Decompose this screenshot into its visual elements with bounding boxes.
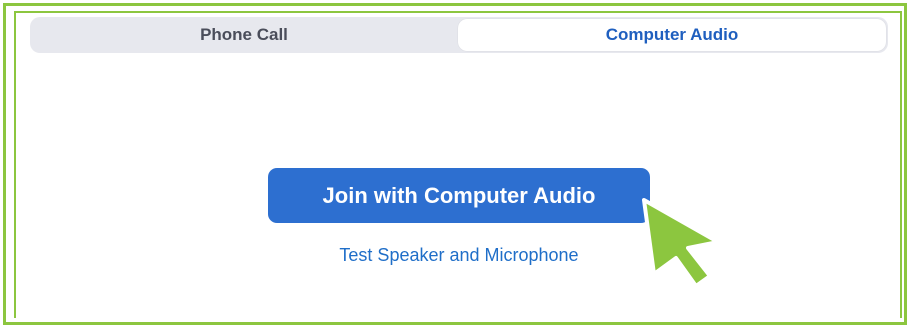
tab-phone-call[interactable]: Phone Call — [30, 17, 458, 53]
pointer-cursor-icon — [642, 198, 720, 288]
join-computer-audio-button[interactable]: Join with Computer Audio — [268, 168, 650, 223]
tab-computer-audio[interactable]: Computer Audio — [458, 19, 886, 51]
test-speaker-microphone-link[interactable]: Test Speaker and Microphone — [300, 245, 618, 266]
audio-tab-bar: Phone Call Computer Audio — [30, 17, 888, 53]
join-button-label: Join with Computer Audio — [322, 182, 596, 208]
dialog-panel — [14, 11, 902, 318]
